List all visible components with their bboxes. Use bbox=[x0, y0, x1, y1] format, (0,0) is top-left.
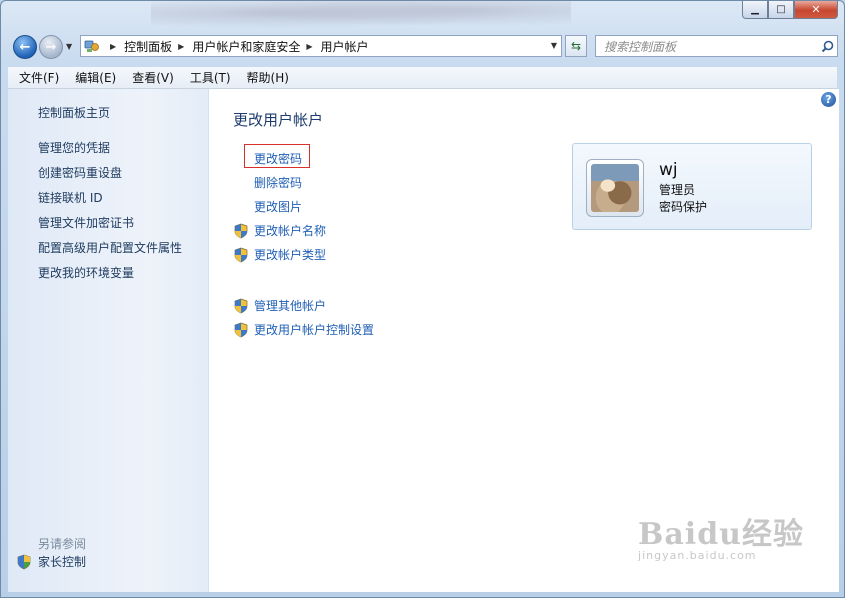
breadcrumb-chevron-icon[interactable]: ▶ bbox=[110, 42, 116, 51]
back-arrow-icon: ← bbox=[19, 39, 31, 55]
task-label: 更改帐户类型 bbox=[254, 248, 327, 262]
menu-bar: 文件(F) 编辑(E) 查看(V) 工具(T) 帮助(H) bbox=[8, 67, 837, 89]
task-label: 删除密码 bbox=[254, 176, 303, 190]
forward-arrow-icon: → bbox=[45, 39, 57, 55]
task-remove-password[interactable]: 删除密码 bbox=[233, 174, 302, 191]
task-change-account-type[interactable]: 更改帐户类型 bbox=[233, 246, 326, 263]
maximize-icon: □ bbox=[776, 4, 786, 15]
minimize-icon: ▁ bbox=[751, 4, 759, 15]
task-label: 管理其他帐户 bbox=[254, 299, 327, 313]
sidebar-link-create-reset-disk[interactable]: 创建密码重设盘 bbox=[38, 164, 122, 181]
close-button[interactable]: ✕ bbox=[794, 1, 838, 19]
see-also-heading: 另请参阅 bbox=[38, 537, 87, 551]
breadcrumb-chevron-icon[interactable]: ▶ bbox=[306, 42, 312, 51]
address-bar[interactable]: ▶ 控制面板 ▶ 用户帐户和家庭安全 ▶ 用户帐户 ▼ bbox=[80, 35, 562, 57]
menu-tools[interactable]: 工具(T) bbox=[182, 69, 239, 86]
uac-shield-icon bbox=[233, 247, 249, 263]
sidebar-link-manage-encryption-certs[interactable]: 管理文件加密证书 bbox=[38, 214, 134, 231]
caption-buttons: ▁ □ ✕ bbox=[742, 1, 838, 19]
user-name: wj bbox=[659, 160, 678, 180]
uac-shield-icon bbox=[233, 322, 249, 338]
uac-shield-icon bbox=[233, 298, 249, 314]
recent-pages-dropdown[interactable]: ▼ bbox=[66, 42, 72, 51]
task-change-password[interactable]: 更改密码 bbox=[233, 150, 302, 167]
sidebar-link-advanced-profile[interactable]: 配置高级用户配置文件属性 bbox=[38, 239, 182, 256]
search-box[interactable]: 搜索控制面板 bbox=[595, 35, 838, 57]
user-picture-cat-image bbox=[591, 164, 639, 212]
close-icon: ✕ bbox=[811, 3, 821, 16]
search-icon[interactable] bbox=[817, 40, 837, 53]
breadcrumb-user-accounts[interactable]: 用户帐户 bbox=[321, 38, 369, 55]
task-label: 更改图片 bbox=[254, 200, 303, 214]
help-icon[interactable]: ? bbox=[821, 92, 836, 107]
breadcrumb-chevron-icon[interactable]: ▶ bbox=[178, 42, 184, 51]
refresh-button[interactable]: ⇆ bbox=[565, 35, 587, 57]
breadcrumb-user-accounts-family-safety[interactable]: 用户帐户和家庭安全 bbox=[192, 38, 300, 55]
baidu-jingyan-watermark: Baidu经验 jingyan.baidu.com bbox=[638, 509, 804, 562]
maximize-button[interactable]: □ bbox=[768, 1, 794, 19]
task-change-picture[interactable]: 更改图片 bbox=[233, 198, 302, 215]
parental-controls-label: 家长控制 bbox=[38, 555, 87, 569]
menu-edit[interactable]: 编辑(E) bbox=[67, 69, 124, 86]
avatar bbox=[586, 159, 644, 217]
menu-file[interactable]: 文件(F) bbox=[8, 69, 67, 86]
uac-shield-icon bbox=[16, 554, 32, 570]
desktop-background-glimpse bbox=[151, 1, 571, 31]
sidebar-link-environment-variables[interactable]: 更改我的环境变量 bbox=[38, 264, 134, 281]
task-label: 更改用户帐户控制设置 bbox=[254, 323, 375, 337]
menu-help[interactable]: 帮助(H) bbox=[239, 69, 297, 86]
control-panel-window: ▁ □ ✕ ← → ▼ ▶ 控制面板 ▶ 用户帐户和家庭安全 ▶ 用户帐户 ▼ … bbox=[0, 0, 845, 598]
task-label: 更改密码 bbox=[254, 152, 303, 166]
sidebar-link-parental-controls[interactable]: 家长控制 bbox=[16, 553, 86, 570]
sidebar-link-link-online-id[interactable]: 链接联机 ID bbox=[38, 189, 103, 206]
uac-shield-icon bbox=[233, 223, 249, 239]
control-panel-icon bbox=[84, 39, 100, 53]
user-password-status: 密码保护 bbox=[659, 200, 708, 214]
address-dropdown-icon[interactable]: ▼ bbox=[551, 41, 557, 50]
minimize-button[interactable]: ▁ bbox=[742, 1, 768, 19]
user-role: 管理员 bbox=[659, 183, 696, 197]
task-change-uac-settings[interactable]: 更改用户帐户控制设置 bbox=[233, 321, 374, 338]
task-pane: 控制面板主页 管理您的凭据 创建密码重设盘 链接联机 ID 管理文件加密证书 配… bbox=[8, 89, 209, 592]
navigation-bar: ← → ▼ ▶ 控制面板 ▶ 用户帐户和家庭安全 ▶ 用户帐户 ▼ ⇆ 搜索控制… bbox=[9, 32, 838, 62]
sidebar-link-control-panel-home[interactable]: 控制面板主页 bbox=[38, 104, 110, 121]
user-account-tile: wj 管理员 密码保护 bbox=[572, 143, 812, 230]
back-button[interactable]: ← bbox=[13, 35, 37, 59]
search-input[interactable]: 搜索控制面板 bbox=[604, 38, 817, 55]
page-title: 更改用户帐户 bbox=[233, 111, 324, 129]
sidebar-link-manage-credentials[interactable]: 管理您的凭据 bbox=[38, 139, 110, 156]
watermark-brand: Baidu经验 bbox=[638, 517, 804, 552]
menu-view[interactable]: 查看(V) bbox=[124, 69, 182, 86]
task-label: 更改帐户名称 bbox=[254, 224, 327, 238]
task-change-account-name[interactable]: 更改帐户名称 bbox=[233, 222, 326, 239]
forward-button[interactable]: → bbox=[39, 35, 63, 59]
refresh-icon: ⇆ bbox=[570, 39, 582, 53]
breadcrumb-control-panel[interactable]: 控制面板 bbox=[124, 38, 172, 55]
task-manage-other-accounts[interactable]: 管理其他帐户 bbox=[233, 297, 326, 314]
